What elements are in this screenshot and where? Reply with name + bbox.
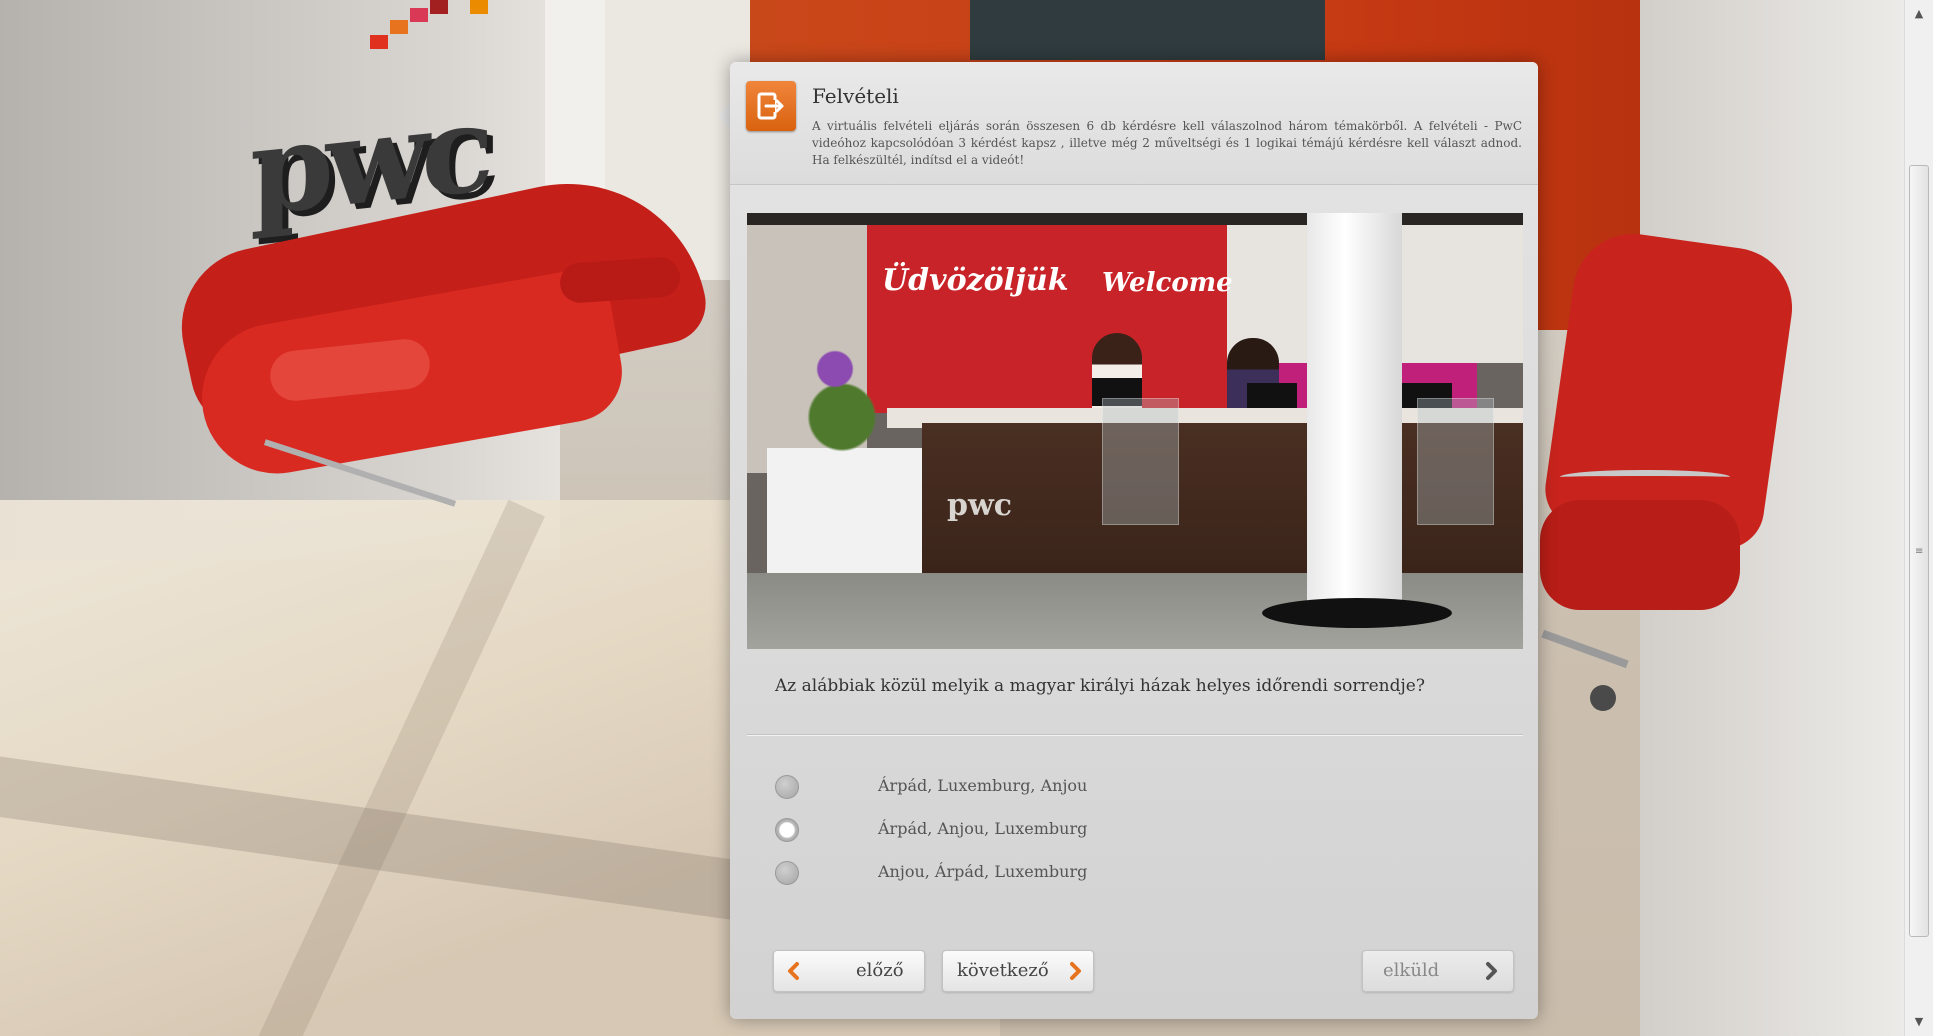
white-column <box>1307 213 1402 613</box>
radio-button-selected[interactable] <box>775 818 799 842</box>
video-red-wall <box>867 213 1227 413</box>
video-sign-hu: Üdvözöljük <box>882 263 1069 298</box>
next-label: következő <box>957 960 1049 981</box>
submit-button[interactable]: elküld <box>1362 950 1514 992</box>
previous-label: előző <box>856 960 904 981</box>
dialog-pointer <box>718 104 730 128</box>
chevron-right-icon <box>1486 962 1497 980</box>
answer-label: Árpád, Luxemburg, Anjou <box>878 776 1088 795</box>
exit-icon <box>746 81 796 131</box>
logo-block <box>390 20 408 34</box>
video-ceiling <box>747 213 1523 225</box>
submit-label: elküld <box>1383 960 1440 981</box>
logo-block <box>430 0 448 14</box>
office-chair-wheel <box>1590 685 1616 711</box>
previous-button[interactable]: előző <box>773 950 925 992</box>
orchid-plant <box>807 333 877 453</box>
question-text: Az alábbiak közül melyik a magyar király… <box>775 676 1425 696</box>
chevron-left-icon <box>788 962 799 980</box>
scroll-thumb[interactable]: ≡ <box>1909 165 1929 937</box>
desk-pwc-logo: pwc <box>947 488 1013 523</box>
world-map-picture <box>970 0 1325 60</box>
question-dialog: Felvételi A virtuális felvételi eljárás … <box>730 62 1538 1019</box>
next-button[interactable]: következő <box>942 950 1094 992</box>
dialog-header: Felvételi A virtuális felvételi eljárás … <box>730 62 1538 185</box>
office-chair-base <box>1541 629 1629 669</box>
column-base <box>1262 598 1452 628</box>
scroll-down-arrow-icon[interactable]: ▼ <box>1905 1012 1933 1032</box>
glass-panel <box>1417 398 1494 525</box>
planter <box>767 448 922 573</box>
answer-label: Árpád, Anjou, Luxemburg <box>878 819 1088 838</box>
divider <box>747 734 1523 735</box>
logo-block <box>410 8 428 22</box>
chevron-right-icon <box>1070 962 1081 980</box>
dialog-description: A virtuális felvételi eljárás során össz… <box>812 119 1522 167</box>
answer-option-2[interactable]: Árpád, Anjou, Luxemburg <box>775 816 1375 844</box>
logo-block <box>370 35 388 49</box>
video-player[interactable]: Üdvözöljük Welcome pwc <box>747 213 1523 649</box>
logo-block <box>470 0 488 14</box>
answer-label: Anjou, Árpád, Luxemburg <box>878 862 1088 881</box>
glass-panel <box>1102 398 1179 525</box>
monitor <box>1247 383 1297 411</box>
radio-button[interactable] <box>775 775 799 799</box>
answer-option-1[interactable]: Árpád, Luxemburg, Anjou <box>775 773 1375 801</box>
dialog-title: Felvételi <box>812 84 899 108</box>
office-chair-seat <box>1540 500 1740 610</box>
answer-option-3[interactable]: Anjou, Árpád, Luxemburg <box>775 859 1375 887</box>
sofa-pillow <box>558 255 682 305</box>
scroll-grip-icon: ≡ <box>1915 546 1924 557</box>
office-chair-arm <box>1560 470 1730 484</box>
video-sign-en: Welcome <box>1102 268 1233 298</box>
scroll-up-arrow-icon[interactable]: ▲ <box>1905 4 1933 24</box>
vertical-scrollbar[interactable]: ▲ ≡ ▼ <box>1904 0 1933 1036</box>
radio-button[interactable] <box>775 861 799 885</box>
